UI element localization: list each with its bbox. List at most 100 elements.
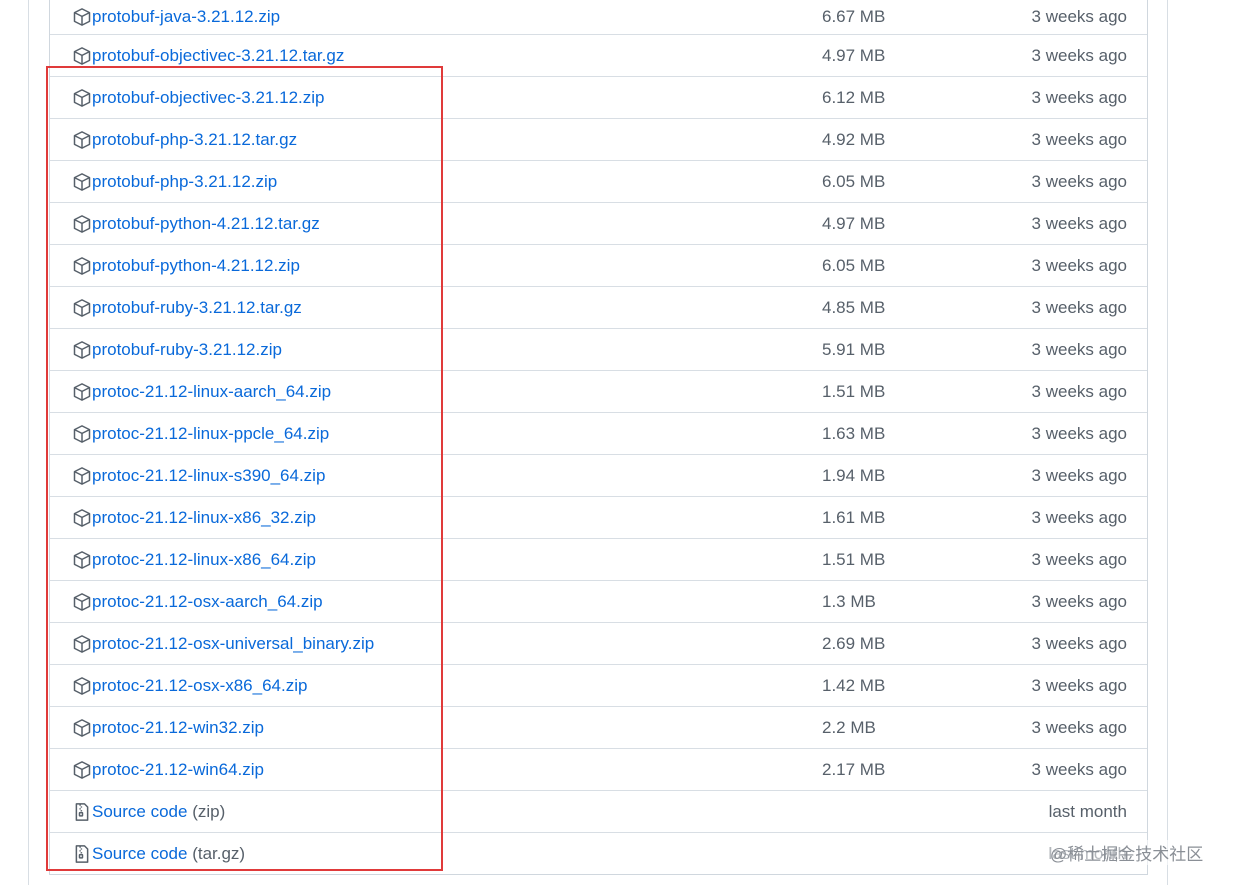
asset-row: protoc-21.12-linux-s390_64.zip 1.94 MB 3 w…: [50, 455, 1147, 497]
asset-name: protoc-21.12-osx-aarch_64.zip: [92, 591, 323, 611]
asset-name: protobuf-php-3.21.12.zip: [92, 171, 278, 191]
asset-name: protoc-21.12-linux-ppcle_64.zip: [92, 423, 330, 443]
package-icon: [72, 550, 92, 570]
asset-size: 1.42 MB: [822, 675, 886, 695]
asset-download-link[interactable]: protoc-21.12-osx-x86_64.zip: [92, 676, 307, 696]
package-icon: [72, 592, 92, 612]
package-icon: [72, 298, 92, 318]
package-icon: [72, 676, 92, 696]
asset-row: protoc-21.12-linux-x86_64.zip 1.51 MB 3 we…: [50, 539, 1147, 581]
asset-download-link[interactable]: protobuf-php-3.21.12.tar.gz: [92, 130, 297, 150]
file-zip-icon: [72, 844, 92, 864]
asset-download-link[interactable]: protoc-21.12-win32.zip: [92, 718, 264, 738]
asset-row: protobuf-php-3.21.12.zip 6.05 MB 3 weeks a…: [50, 161, 1147, 203]
asset-download-link[interactable]: protobuf-python-4.21.12.zip: [92, 256, 300, 276]
asset-size: 6.05 MB: [822, 171, 886, 191]
asset-upload-time: 3 weeks ago: [1031, 171, 1127, 191]
asset-size: 4.97 MB: [822, 213, 886, 233]
package-icon: [72, 46, 92, 66]
asset-row: protobuf-objectivec-3.21.12.tar.gz 4.97 M…: [50, 35, 1147, 77]
asset-download-link[interactable]: protoc-21.12-linux-x86_32.zip: [92, 508, 316, 528]
asset-download-link[interactable]: protobuf-objectivec-3.21.12.tar.gz: [92, 46, 344, 66]
asset-name: protobuf-objectivec-3.21.12.zip: [92, 87, 325, 107]
asset-row: protoc-21.12-osx-x86_64.zip 1.42 MB 3 week…: [50, 665, 1147, 707]
asset-name: protobuf-ruby-3.21.12.tar.gz: [92, 297, 302, 317]
asset-size: 1.51 MB: [822, 549, 886, 569]
asset-download-link[interactable]: protobuf-php-3.21.12.zip: [92, 172, 277, 192]
release-assets-list: protobuf-java-3.21.12.zip 6.67 MB 3 weeks …: [49, 0, 1148, 875]
asset-size: 2.69 MB: [822, 633, 886, 653]
releases-page: protobuf-java-3.21.12.zip 6.67 MB 3 weeks …: [0, 0, 1238, 885]
asset-row: protobuf-php-3.21.12.tar.gz 4.92 MB 3 week…: [50, 119, 1147, 161]
package-icon: [72, 718, 92, 738]
asset-format-suffix: (tar.gz): [192, 843, 246, 863]
asset-upload-time: 3 weeks ago: [1031, 45, 1127, 65]
page-border-right: [1167, 0, 1168, 885]
asset-name: protobuf-java-3.21.12.zip: [92, 7, 281, 26]
asset-size: 1.94 MB: [822, 465, 886, 485]
asset-download-link[interactable]: protoc-21.12-osx-aarch_64.zip: [92, 592, 323, 612]
asset-download-link[interactable]: protoc-21.12-linux-x86_64.zip: [92, 550, 316, 570]
asset-row: Source code (tar.gz)last month: [50, 833, 1147, 874]
asset-upload-time: 3 weeks ago: [1031, 87, 1127, 107]
asset-upload-time: 3 weeks ago: [1031, 591, 1127, 611]
asset-size: 4.97 MB: [822, 45, 886, 65]
package-icon: [72, 760, 92, 780]
package-icon: [72, 508, 92, 528]
asset-download-link[interactable]: protobuf-objectivec-3.21.12.zip: [92, 88, 324, 108]
file-zip-icon: [72, 802, 92, 822]
asset-name: protobuf-python-4.21.12.tar.gz: [92, 213, 320, 233]
asset-download-link[interactable]: protobuf-java-3.21.12.zip: [92, 7, 280, 27]
asset-download-link[interactable]: protobuf-ruby-3.21.12.tar.gz: [92, 298, 302, 318]
asset-download-link[interactable]: Source code (zip): [92, 802, 225, 822]
asset-download-link[interactable]: protobuf-ruby-3.21.12.zip: [92, 340, 282, 360]
package-icon: [72, 256, 92, 276]
asset-row: Source code (zip) last month: [50, 791, 1147, 833]
package-icon: [72, 130, 92, 150]
asset-size: 6.12 MB: [822, 87, 886, 107]
asset-size: 1.63 MB: [822, 423, 886, 443]
asset-row: protoc-21.12-linux-aarch_64.zip 1.51 MB 3 …: [50, 371, 1147, 413]
asset-row: protobuf-python-4.21.12.zip 6.05 MB 3 week…: [50, 245, 1147, 287]
asset-upload-time: 3 weeks ago: [1031, 507, 1127, 527]
asset-download-link[interactable]: protoc-21.12-osx-universal_binary.zip: [92, 634, 374, 654]
asset-name: protobuf-php-3.21.12.tar.gz: [92, 129, 298, 149]
asset-upload-time: 3 weeks ago: [1031, 717, 1127, 737]
asset-name: Source code: [92, 843, 188, 863]
asset-size: 2.2 MB: [822, 717, 876, 737]
asset-download-link[interactable]: protobuf-python-4.21.12.tar.gz: [92, 214, 320, 234]
asset-name: Source code: [92, 801, 188, 821]
asset-upload-time: 3 weeks ago: [1031, 465, 1127, 485]
asset-upload-time: 3 weeks ago: [1031, 423, 1127, 443]
asset-size: 1.3 MB: [822, 591, 876, 611]
asset-size: 2.17 MB: [822, 759, 886, 779]
package-icon: [72, 466, 92, 486]
asset-upload-time: 3 weeks ago: [1031, 297, 1127, 317]
asset-format-suffix: (zip): [192, 801, 226, 821]
asset-row: protobuf-ruby-3.21.12.tar.gz 4.85 MB 3 wee…: [50, 287, 1147, 329]
asset-row: protobuf-objectivec-3.21.12.zip 6.12 MB 3 …: [50, 77, 1147, 119]
asset-name: protoc-21.12-linux-aarch_64.zip: [92, 381, 332, 401]
asset-name: protoc-21.12-linux-x86_64.zip: [92, 549, 316, 569]
asset-download-link[interactable]: protoc-21.12-linux-s390_64.zip: [92, 466, 325, 486]
package-icon: [72, 172, 92, 192]
asset-download-link[interactable]: protoc-21.12-linux-ppcle_64.zip: [92, 424, 329, 444]
asset-size: 4.85 MB: [822, 297, 886, 317]
package-icon: [72, 340, 92, 360]
asset-download-link[interactable]: protoc-21.12-win64.zip: [92, 760, 264, 780]
package-icon: [72, 88, 92, 108]
asset-upload-time: 3 weeks ago: [1031, 549, 1127, 569]
asset-download-link[interactable]: Source code (tar.gz): [92, 844, 245, 864]
asset-download-link[interactable]: protoc-21.12-linux-aarch_64.zip: [92, 382, 331, 402]
page-border-left: [28, 0, 29, 885]
asset-row: protobuf-python-4.21.12.tar.gz 4.97 MB 3 w…: [50, 203, 1147, 245]
asset-name: protoc-21.12-osx-x86_64.zip: [92, 675, 308, 695]
asset-row: protoc-21.12-linux-x86_32.zip 1.61 MB 3 we…: [50, 497, 1147, 539]
asset-upload-time: 3 weeks ago: [1031, 339, 1127, 359]
asset-name: protoc-21.12-linux-x86_32.zip: [92, 507, 316, 527]
asset-size: 6.67 MB: [822, 7, 886, 26]
asset-upload-time: 3 weeks ago: [1031, 759, 1127, 779]
asset-size: 5.91 MB: [822, 339, 886, 359]
asset-name: protoc-21.12-win32.zip: [92, 717, 264, 737]
package-icon: [72, 214, 92, 234]
